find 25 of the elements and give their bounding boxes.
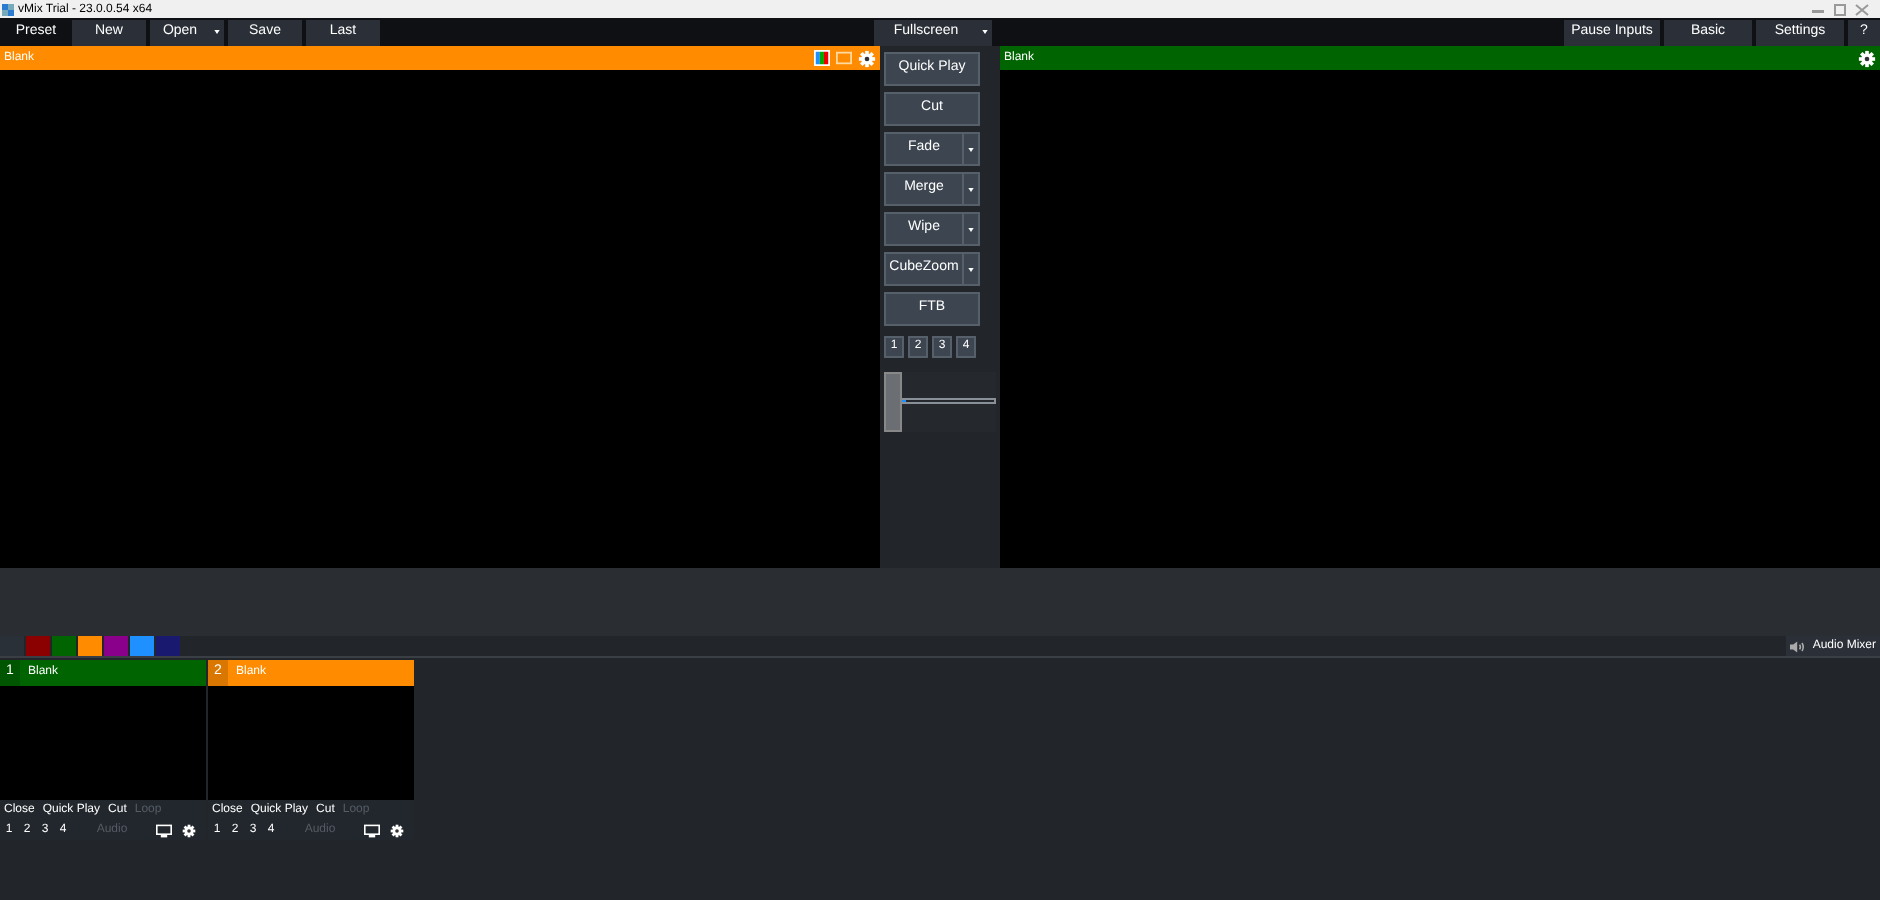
color-bars-icon[interactable] bbox=[814, 50, 830, 66]
caret-icon bbox=[968, 187, 974, 191]
caret-icon bbox=[968, 267, 974, 271]
monitor-icon[interactable] bbox=[364, 823, 380, 837]
settings-icon[interactable] bbox=[390, 823, 404, 837]
color-filter-swatch[interactable] bbox=[130, 636, 154, 656]
close-icon[interactable] bbox=[1854, 3, 1870, 15]
caret-icon bbox=[968, 147, 974, 151]
color-filter-swatch[interactable] bbox=[26, 636, 50, 656]
settings-icon[interactable] bbox=[858, 49, 876, 67]
caret-icon bbox=[968, 227, 974, 231]
speaker-icon[interactable] bbox=[1790, 639, 1807, 653]
settings-icon[interactable] bbox=[1858, 49, 1876, 67]
t-bar-handle[interactable] bbox=[884, 372, 902, 432]
color-filter-swatch[interactable] bbox=[156, 636, 180, 656]
maximize-icon[interactable] bbox=[1832, 3, 1848, 15]
monitor-icon[interactable] bbox=[156, 823, 172, 837]
app-icon bbox=[2, 3, 14, 15]
caret-icon bbox=[214, 30, 220, 34]
color-filter-swatch[interactable] bbox=[78, 636, 102, 656]
color-filter-swatch[interactable] bbox=[104, 636, 128, 656]
settings-icon[interactable] bbox=[182, 823, 196, 837]
caret-icon bbox=[982, 30, 988, 34]
color-filter-swatch[interactable] bbox=[0, 636, 24, 656]
color-filter-swatch[interactable] bbox=[52, 636, 76, 656]
